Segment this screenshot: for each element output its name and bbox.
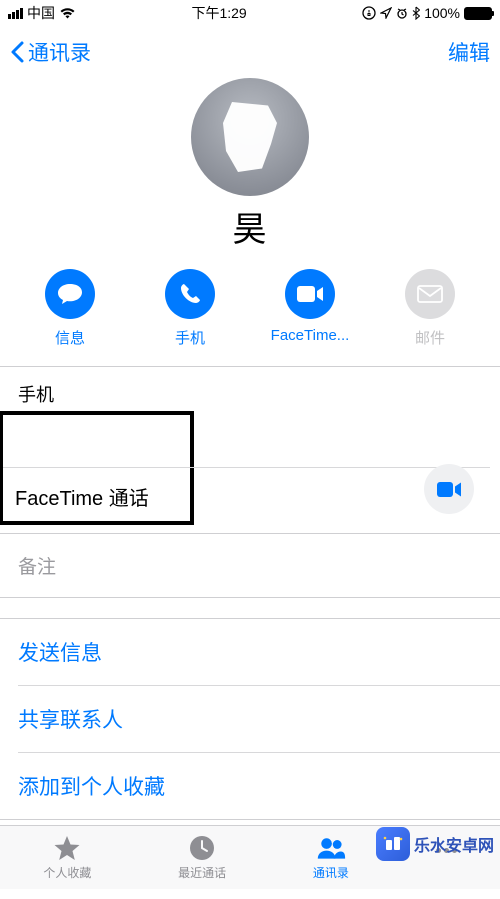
alarm-icon	[396, 7, 408, 19]
tab-recents[interactable]: 最近通话	[178, 834, 226, 881]
facetime-video-button[interactable]	[424, 464, 474, 514]
contacts-icon	[316, 834, 346, 862]
message-label: 信息	[55, 327, 85, 348]
mail-button: 邮件	[387, 269, 473, 348]
carrier-label: 中国	[27, 3, 55, 23]
status-left: 中国	[8, 3, 76, 23]
mail-icon	[405, 269, 455, 319]
phone-field-label: 手机	[18, 367, 482, 407]
watermark-icon	[376, 827, 410, 861]
contact-name: 昊	[233, 202, 268, 251]
battery-icon	[464, 7, 492, 20]
lock-rotation-icon	[362, 6, 376, 20]
contact-header: 昊	[0, 78, 500, 251]
back-button[interactable]: 通讯录	[10, 37, 91, 67]
phone-icon	[165, 269, 215, 319]
redaction-box: FaceTime 通话	[0, 411, 194, 525]
battery-pct: 100%	[424, 5, 460, 21]
mail-label: 邮件	[415, 327, 445, 348]
tab-label: 通讯录	[313, 864, 349, 881]
facetime-field-label: FaceTime 通话	[15, 482, 149, 511]
message-button[interactable]: 信息	[27, 269, 113, 348]
back-label: 通讯录	[28, 37, 91, 67]
nav-bar: 通讯录 编辑	[0, 26, 500, 78]
tab-favorites[interactable]: 个人收藏	[43, 834, 91, 881]
facetime-label: FaceTime...	[271, 327, 350, 344]
action-row: 信息 手机 FaceTime... 邮件	[0, 251, 500, 366]
notes-field[interactable]: 备注	[0, 534, 500, 597]
watermark-text: 乐水安卓网	[414, 832, 494, 856]
tab-contacts[interactable]: 通讯录	[313, 834, 349, 881]
share-contact-link[interactable]: 共享联系人	[0, 686, 500, 752]
add-favorite-link[interactable]: 添加到个人收藏	[0, 753, 500, 819]
divider	[3, 467, 490, 468]
status-time: 下午1:29	[191, 3, 246, 23]
phone-section: 手机	[0, 367, 500, 407]
video-icon	[285, 269, 335, 319]
facetime-button[interactable]: FaceTime...	[267, 269, 353, 348]
send-message-link[interactable]: 发送信息	[0, 619, 500, 685]
signal-icon	[8, 8, 23, 19]
watermark: 乐水安卓网	[376, 827, 494, 861]
message-icon	[45, 269, 95, 319]
status-right: 100%	[362, 5, 492, 21]
call-button[interactable]: 手机	[147, 269, 233, 348]
location-icon	[380, 7, 392, 19]
avatar-image	[220, 102, 280, 172]
video-icon	[436, 481, 462, 498]
status-bar: 中国 下午1:29 100%	[0, 0, 500, 26]
clock-icon	[187, 834, 217, 862]
star-icon	[52, 834, 82, 862]
tab-label: 个人收藏	[43, 864, 91, 881]
bluetooth-icon	[412, 6, 420, 20]
call-label: 手机	[175, 327, 205, 348]
wifi-icon	[59, 7, 76, 19]
chevron-left-icon	[10, 40, 26, 64]
edit-button[interactable]: 编辑	[448, 37, 490, 67]
tab-label: 最近通话	[178, 864, 226, 881]
avatar	[191, 78, 309, 196]
